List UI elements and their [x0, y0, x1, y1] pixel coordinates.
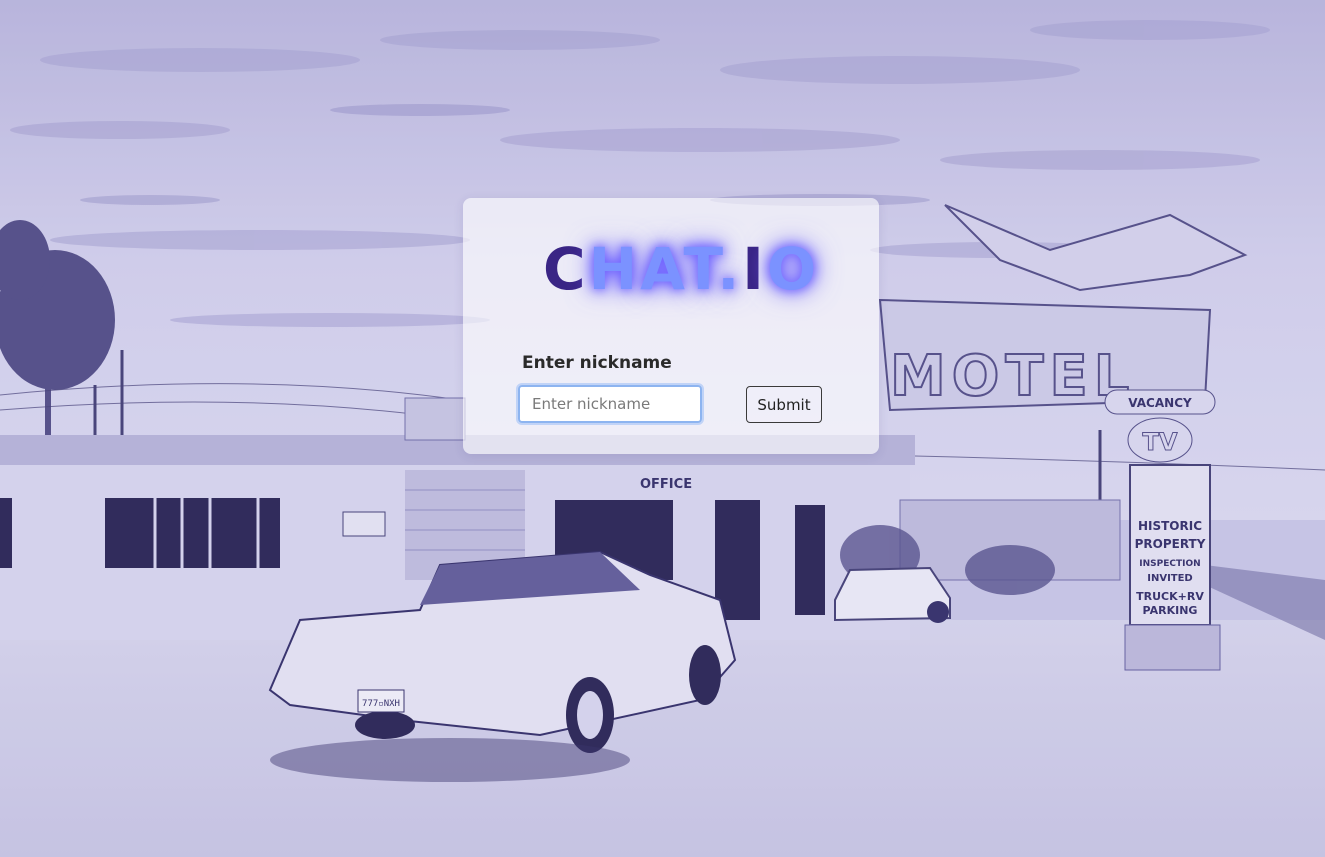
- nickname-label: Enter nickname: [522, 353, 672, 373]
- logo-part-c: C: [543, 235, 589, 303]
- logo-part-hat: HAT.: [588, 235, 743, 303]
- app-logo: CHAT.IO: [543, 235, 816, 303]
- nickname-card: CHAT.IO Enter nickname Submit: [463, 198, 879, 454]
- logo-part-o: O: [766, 235, 820, 303]
- nickname-input[interactable]: [516, 383, 704, 425]
- logo-part-i: I: [742, 235, 767, 303]
- submit-button[interactable]: Submit: [746, 386, 822, 423]
